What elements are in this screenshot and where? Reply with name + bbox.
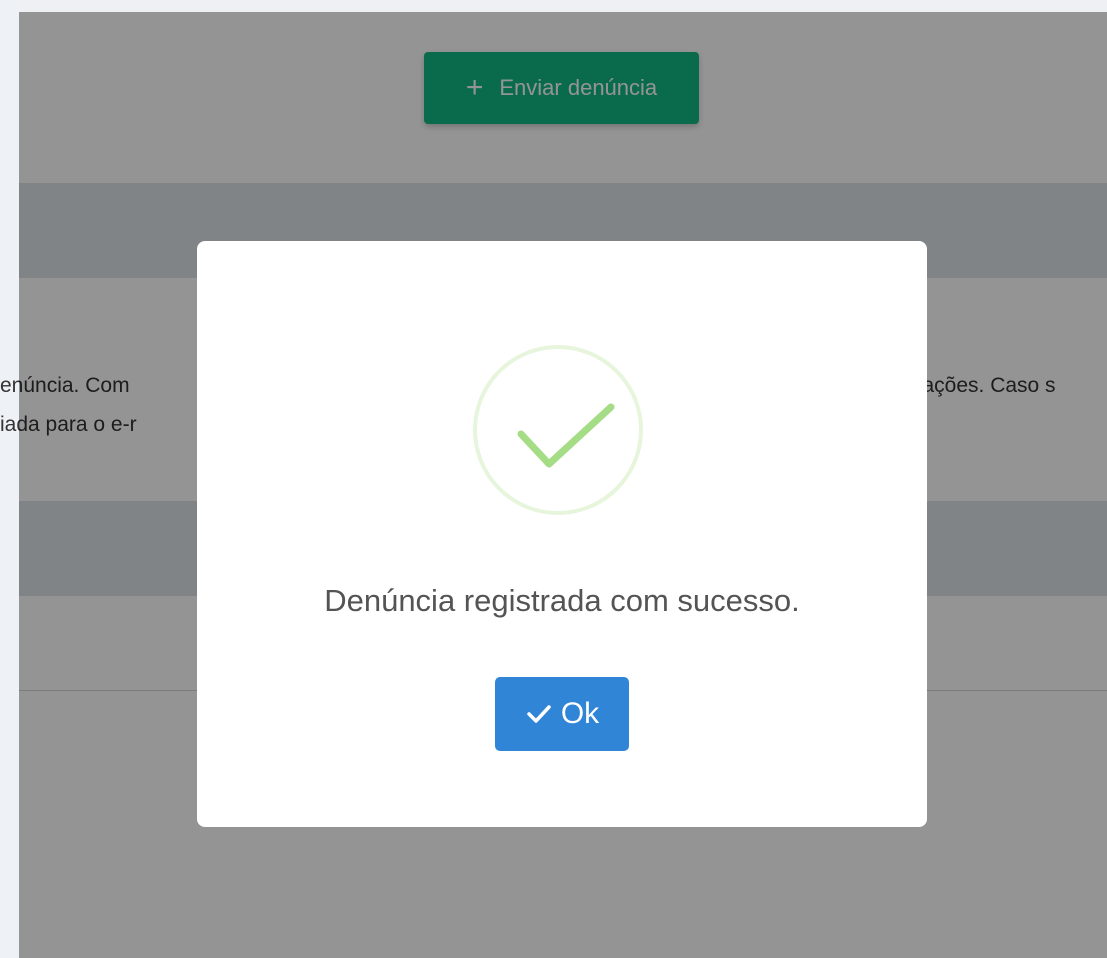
success-check-icon — [473, 345, 643, 515]
success-dialog: Denúncia registrada com sucesso. Ok — [197, 241, 927, 827]
ok-label: Ok — [560, 697, 600, 730]
check-icon — [525, 702, 553, 726]
ok-button[interactable]: Ok — [495, 677, 629, 751]
page-background — [0, 0, 19, 958]
dialog-message: Denúncia registrada com sucesso. — [324, 583, 800, 618]
